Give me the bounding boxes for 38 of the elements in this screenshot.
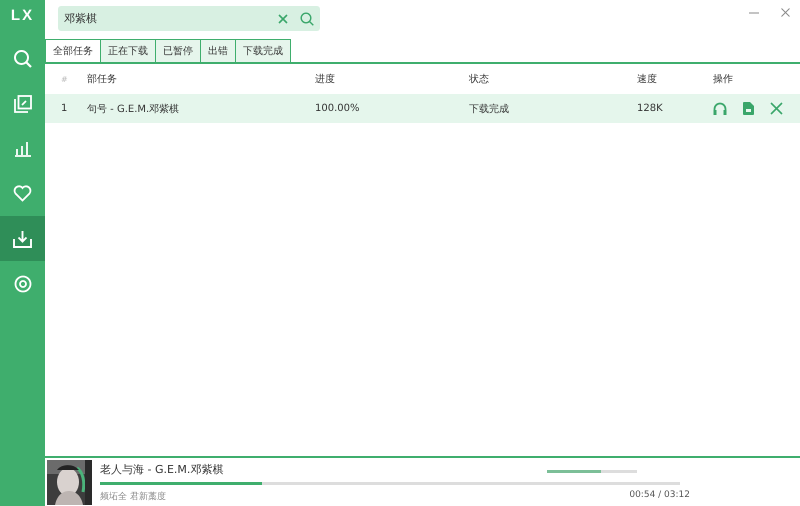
- time-text: 00:54 / 03:12: [629, 490, 690, 502]
- close-icon[interactable]: [781, 8, 790, 17]
- column-header: #: [60, 74, 69, 84]
- table-cell-text: 句号 - G.E.M.邓紫棋: [87, 102, 180, 116]
- overlapping-squares-icon: [14, 94, 32, 112]
- progress-bar[interactable]: [100, 482, 680, 484]
- table-cell-text: 100.00%: [315, 103, 360, 114]
- search-field[interactable]: 邓紫棋: [58, 6, 320, 31]
- bar-chart-icon: [14, 140, 32, 156]
- table-row[interactable]: 1 句号 - G.E.M.邓紫棋 100.00% 下载完成 128K: [45, 94, 800, 123]
- headphones-icon[interactable]: [713, 102, 727, 115]
- lyric-text: 频坧全 君新藁度: [100, 490, 166, 502]
- tab[interactable]: 正在下载: [100, 39, 156, 62]
- settings-icon: [14, 274, 32, 292]
- delete-icon[interactable]: [770, 102, 783, 115]
- search-icon: [12, 48, 32, 68]
- table-cell-text: 128K: [637, 103, 664, 114]
- search-icon[interactable]: [300, 12, 314, 26]
- column-header: 操作: [713, 73, 734, 86]
- column-header: 部任务: [87, 72, 118, 86]
- tab[interactable]: 全部任务: [45, 39, 101, 62]
- volume-slider[interactable]: [547, 470, 637, 473]
- song-title: 老人与海 - G.E.M.邓紫棋: [100, 462, 224, 476]
- file-icon[interactable]: [743, 102, 754, 115]
- tab[interactable]: 已暂停: [155, 39, 201, 62]
- clear-icon[interactable]: [278, 14, 288, 24]
- tab[interactable]: 下载完成: [235, 39, 291, 62]
- column-header: 状态: [469, 72, 490, 86]
- sidebar-item[interactable]: [0, 216, 45, 261]
- heart-icon: [13, 185, 32, 202]
- table-cell-text: 下载完成: [469, 102, 510, 116]
- column-header: 速度: [637, 72, 658, 86]
- column-header: 进度: [315, 72, 336, 86]
- table-cell-text: 1: [60, 103, 68, 114]
- tab[interactable]: 出错: [200, 39, 236, 62]
- minimize-icon[interactable]: [749, 12, 759, 14]
- download-icon: [13, 230, 32, 248]
- app-logo: LX: [10, 6, 36, 26]
